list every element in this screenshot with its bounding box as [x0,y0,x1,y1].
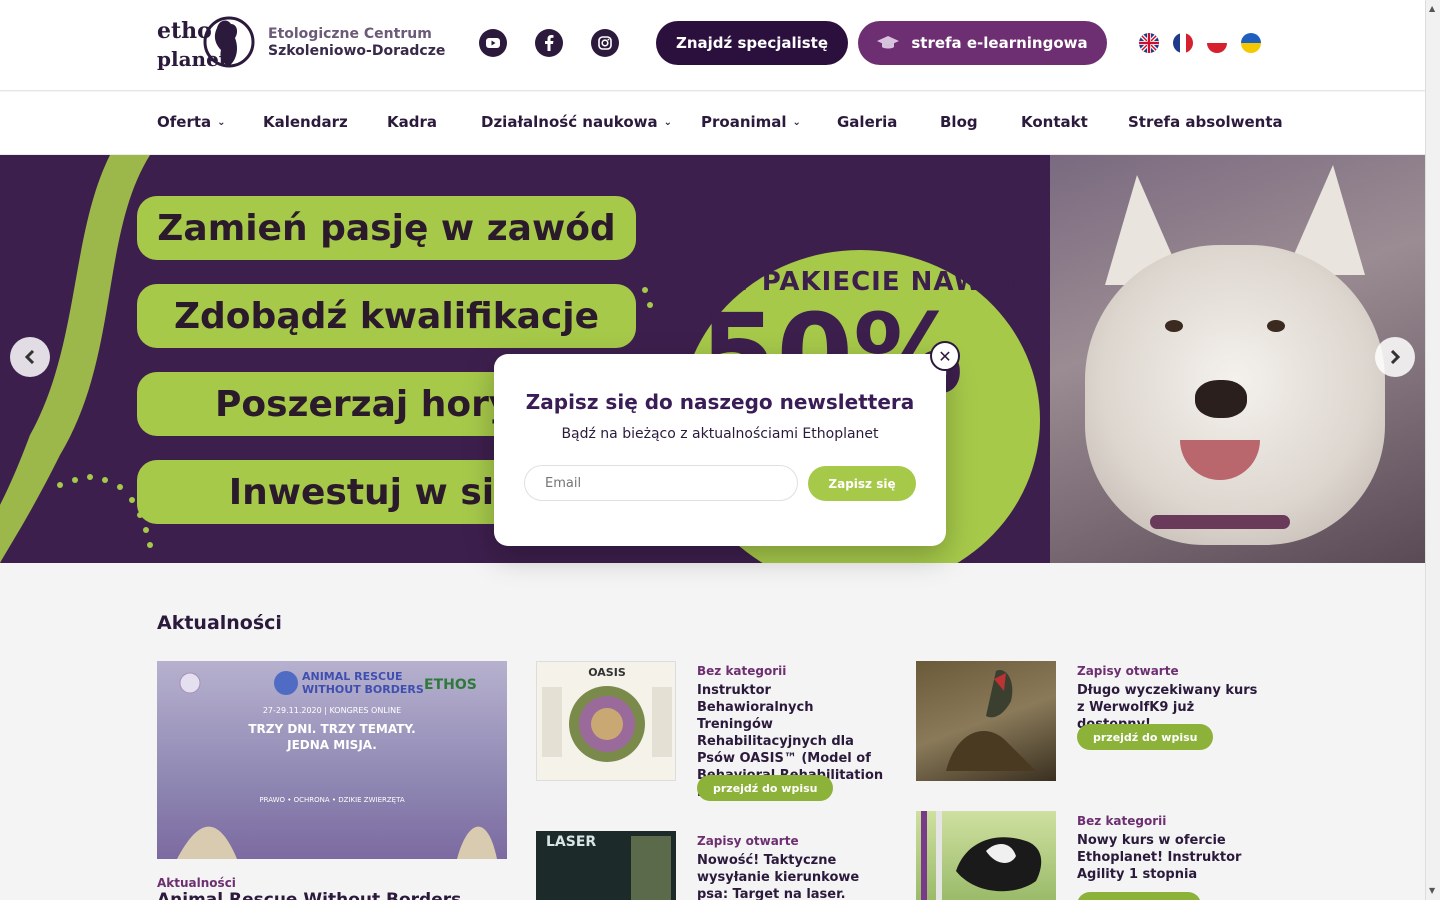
image-text-3: ETHOS [424,677,477,693]
youtube-icon[interactable] [479,29,507,57]
image-text-1: ANIMAL RESCUE [302,670,403,683]
flag-en-icon[interactable] [1139,33,1159,53]
main-news-title[interactable]: Animal Rescue Without Borders [157,890,461,900]
dog-collar [1150,515,1290,529]
logo-text-bottom: planet [157,47,229,71]
read-post-button-partial[interactable] [1077,892,1201,900]
flag-pl-icon[interactable] [1207,33,1227,53]
nav-item-dzialalnosc-naukowa[interactable]: Działalność naukowa ⌄ [481,113,672,131]
post-title[interactable]: Nowy kurs w ofercie Ethoplanet! Instrukt… [1077,832,1267,883]
brand-line-2: Szkoleniowo-Doradcze [268,43,446,59]
scroll-down-arrow-icon[interactable]: ▼ [1429,886,1435,895]
main-navigation: Oferta ⌄ Kalendarz Kadra Działalność nauk… [0,92,1425,155]
image-text-2: WITHOUT BORDERS [302,683,424,696]
graduation-cap-icon [877,36,900,49]
dog-eye-right [1267,320,1285,332]
nav-label: Działalność naukowa [481,113,658,131]
nav-label: Oferta [157,113,212,131]
email-field[interactable] [524,465,798,501]
elearning-label: strefa e-learningowa [911,34,1088,52]
dog-nose [1195,380,1247,418]
nav-item-kontakt[interactable]: Kontakt [1021,113,1088,131]
elearning-button[interactable]: strefa e-learningowa [858,21,1107,65]
chevron-down-icon: ⌄ [663,116,673,128]
close-icon: ✕ [938,346,952,366]
flag-fr-icon[interactable] [1173,33,1193,53]
brand-line-1: Etologiczne Centrum [268,26,432,42]
dog-eye-left [1165,320,1183,332]
nav-item-kalendarz[interactable]: Kalendarz [263,113,348,131]
post-category[interactable]: Bez kategorii [1077,814,1166,828]
nav-label: Kadra [387,113,438,131]
image-text-6: JEDNA MISJA. [286,738,377,752]
chevron-down-icon: ⌄ [217,116,226,128]
read-post-button[interactable]: przejdź do wpisu [1077,724,1214,750]
nav-label: Kalendarz [263,113,348,131]
laser-label: LASER [546,834,596,850]
slider-next-button[interactable] [1375,337,1415,377]
chevron-right-icon [1390,350,1400,364]
nav-label: Proanimal [701,113,787,131]
oasis-label: OASIS [588,666,626,679]
nav-item-blog[interactable]: Blog [940,113,978,131]
nav-label: Kontakt [1021,113,1088,131]
post-thumbnail-laser[interactable]: LASER [536,831,676,900]
nav-label: Blog [940,113,978,131]
nav-item-oferta[interactable]: Oferta ⌄ [157,113,226,131]
read-post-button[interactable]: przejdź do wpisu [697,775,834,801]
newsletter-title: Zapisz się do naszego newslettera [525,390,915,414]
flag-ua-icon[interactable] [1241,33,1261,53]
post-category[interactable]: Zapisy otwarte [697,834,799,848]
main-news-category[interactable]: Aktualności [157,876,236,890]
nav-label: Galeria [837,113,898,131]
scroll-up-arrow-icon[interactable]: ▲ [1429,4,1435,13]
post-thumbnail-werwolf[interactable] [916,661,1056,781]
chevron-left-icon [25,350,35,364]
image-text-4: 27-29.11.2020 | KONGRES ONLINE [263,706,401,715]
post-thumbnail-agility[interactable] [916,811,1056,900]
nav-label: Strefa absolwenta [1128,113,1283,131]
post-title[interactable]: Nowość! Taktyczne wysyłanie kierunkowe p… [697,852,887,900]
post-category[interactable]: Zapisy otwarte [1077,664,1179,678]
brand-text: Etologiczne Centrum Szkoleniowo-Doradcze [268,26,445,60]
hero-pill-2: Zdobądź kwalifikacje [137,284,636,348]
post-category[interactable]: Bez kategorii [697,664,786,678]
nav-item-proanimal[interactable]: Proanimal ⌄ [701,113,801,131]
instagram-icon[interactable] [591,29,619,57]
chevron-down-icon: ⌄ [792,116,801,128]
image-text-5: TRZY DNI. TRZY TEMATY. [248,722,415,736]
facebook-icon[interactable] [535,29,563,57]
close-modal-button[interactable]: ✕ [930,341,960,371]
nav-item-galeria[interactable]: Galeria [837,113,897,131]
find-specialist-button[interactable]: Znajdź specjalistę [656,21,848,65]
top-header: etho planet Etologiczne Centrum Szkoleni… [0,0,1425,91]
hero-pill-1: Zamień pasję w zawód [137,196,636,260]
subscribe-button[interactable]: Zapisz się [808,466,916,501]
nav-item-kadra[interactable]: Kadra [387,113,437,131]
post-thumbnail-oasis[interactable]: OASIS [536,661,676,781]
image-text-7: PRAWO • OCHRONA • DZIKIE ZWIERZĘTA [259,796,404,804]
ethoplanet-logo[interactable]: etho planet [157,8,257,78]
newsletter-subtitle: Bądź na bieżąco z aktualnościami Ethopla… [561,426,879,442]
nav-item-strefa-absolwenta[interactable]: Strefa absolwenta [1128,113,1283,131]
page-scrollbar[interactable]: ▲ ▼ [1425,0,1440,900]
news-section-title: Aktualności [157,612,282,634]
slider-prev-button[interactable] [10,337,50,377]
newsletter-modal: Zapisz się do naszego newslettera Bądź n… [494,354,946,546]
main-news-image[interactable]: ANIMAL RESCUE WITHOUT BORDERS ETHOS 27-2… [157,661,507,859]
